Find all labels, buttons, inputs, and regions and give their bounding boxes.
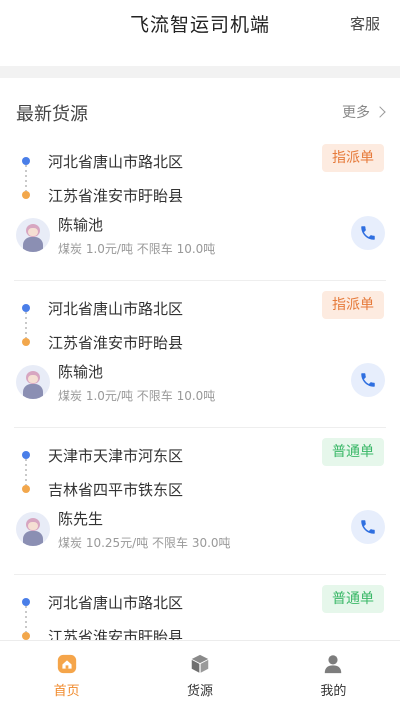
section-title: 最新货源 [16,104,88,125]
route: 天津市天津市河东区 吉林省四平市铁东区 [14,438,314,506]
call-button[interactable] [351,216,385,250]
tab-label: 我的 [320,684,347,699]
call-button[interactable] [351,363,385,397]
destination-stop: 江苏省淮安市盱眙县 [14,178,314,212]
cargo-card[interactable]: 河北省唐山市路北区 江苏省淮安市盱眙县 指派单 陈输池 煤炭 1.0元/吨 不限… [14,134,386,281]
chevron-right-icon [374,106,386,118]
tab-cargo[interactable]: 货源 [133,641,266,710]
destination-dot-icon [22,485,30,493]
shipper-row: 陈输池 煤炭 1.0元/吨 不限车 10.0吨 [14,363,385,411]
tab-profile[interactable]: 我的 [267,641,400,710]
customer-service-button[interactable]: 客服 [350,13,380,34]
order-type-badge: 指派单 [322,144,384,172]
tab-label: 首页 [53,684,80,699]
avatar [16,218,50,252]
destination-dot-icon [22,632,30,640]
cargo-list: 河北省唐山市路北区 江苏省淮安市盱眙县 指派单 陈输池 煤炭 1.0元/吨 不限… [0,134,400,640]
destination-stop: 江苏省淮安市盱眙县 [14,325,314,359]
destination-dot-icon [22,191,30,199]
phone-icon [361,520,375,534]
destination-address: 江苏省淮安市盱眙县 [48,186,184,205]
cargo-card[interactable]: 河北省唐山市路北区 江苏省淮安市盱眙县 普通单 [14,575,386,640]
more-label: 更多 [342,105,370,121]
order-type-badge: 普通单 [322,585,384,613]
avatar [16,512,50,546]
cargo-detail: 煤炭 1.0元/吨 不限车 10.0吨 [58,242,216,256]
cargo-card[interactable]: 河北省唐山市路北区 江苏省淮安市盱眙县 指派单 陈输池 煤炭 1.0元/吨 不限… [14,281,386,428]
shipper-name: 陈输池 [58,363,104,381]
tab-label: 货源 [186,684,213,699]
shipper-row: 陈输池 煤炭 1.0元/吨 不限车 10.0吨 [14,216,385,264]
destination-dot-icon [22,338,30,346]
package-icon [191,654,209,673]
app-screen: 飞流智运司机端 客服 最新货源 更多 河北省唐山市路北区 江苏省淮安市盱眙县 指… [0,0,400,710]
origin-dot-icon [22,157,30,165]
more-link[interactable]: 更多 [342,102,386,122]
app-title: 飞流智运司机端 [129,14,270,36]
route: 河北省唐山市路北区 江苏省淮安市盱眙县 [14,585,314,640]
origin-address: 天津市天津市河东区 [48,446,184,465]
phone-icon [361,373,375,387]
call-button[interactable] [351,510,385,544]
latest-cargo-header: 最新货源 更多 [0,90,400,134]
destination-stop: 吉林省四平市铁东区 [14,472,314,506]
origin-dot-icon [22,451,30,459]
route: 河北省唐山市路北区 江苏省淮安市盱眙县 [14,144,314,212]
destination-stop: 江苏省淮安市盱眙县 [14,619,314,640]
origin-address: 河北省唐山市路北区 [48,593,184,612]
order-type-badge: 指派单 [322,291,384,319]
cargo-detail: 煤炭 1.0元/吨 不限车 10.0吨 [58,389,216,403]
bottom-tab-bar: 首页 货源 我的 [0,640,400,710]
top-header: 飞流智运司机端 客服 [0,0,400,66]
route: 河北省唐山市路北区 江苏省淮安市盱眙县 [14,291,314,359]
origin-dot-icon [22,304,30,312]
shipper-name: 陈输池 [58,216,104,234]
origin-stop: 河北省唐山市路北区 [14,144,314,178]
shipper-name: 陈先生 [58,510,104,528]
user-icon [325,655,342,674]
origin-dot-icon [22,598,30,606]
avatar [16,365,50,399]
origin-stop: 河北省唐山市路北区 [14,585,314,619]
destination-address: 吉林省四平市铁东区 [48,480,184,499]
destination-address: 江苏省淮安市盱眙县 [48,333,184,352]
home-icon [57,654,76,674]
tab-home[interactable]: 首页 [0,641,133,710]
origin-stop: 天津市天津市河东区 [14,438,314,472]
origin-address: 河北省唐山市路北区 [48,152,184,171]
origin-address: 河北省唐山市路北区 [48,299,184,318]
destination-address: 江苏省淮安市盱眙县 [48,627,184,641]
shipper-row: 陈先生 煤炭 10.25元/吨 不限车 30.0吨 [14,510,385,558]
section-divider [0,66,400,78]
phone-icon [361,226,375,240]
cargo-card[interactable]: 天津市天津市河东区 吉林省四平市铁东区 普通单 陈先生 煤炭 10.25元/吨 … [14,428,386,575]
order-type-badge: 普通单 [322,438,384,466]
cargo-detail: 煤炭 10.25元/吨 不限车 30.0吨 [58,536,231,550]
origin-stop: 河北省唐山市路北区 [14,291,314,325]
